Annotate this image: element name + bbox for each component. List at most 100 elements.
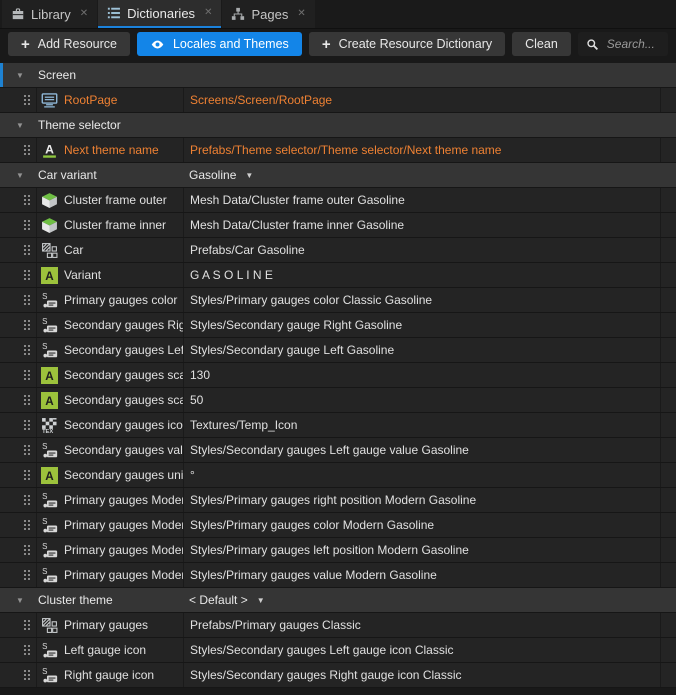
drag-handle[interactable] (0, 138, 37, 162)
clean-button[interactable]: Clean (512, 32, 571, 56)
resource-row[interactable]: SPrimary gauges colorStyles/Primary gaug… (0, 288, 676, 313)
search-icon (586, 38, 599, 51)
add-resource-button[interactable]: + Add Resource (8, 32, 130, 56)
svg-text:S: S (42, 317, 47, 326)
add-resource-label: Add Resource (38, 37, 117, 51)
drag-handle[interactable] (0, 313, 37, 337)
resource-value: Styles/Secondary gauge Right Gasoline (183, 313, 660, 337)
resource-row[interactable]: Primary gaugesPrefabs/Primary gauges Cla… (0, 613, 676, 638)
tab-dictionaries[interactable]: Dictionaries ✕ (98, 0, 221, 28)
row-end-spacer (660, 263, 676, 287)
tab-label: Library (31, 7, 71, 22)
search-input[interactable] (605, 36, 660, 52)
resource-row[interactable]: SRight gauge iconStyles/Secondary gauges… (0, 663, 676, 688)
tab-pages[interactable]: Pages ✕ (222, 0, 314, 28)
dropdown-value: Gasoline (189, 168, 236, 182)
style-icon: S (41, 492, 58, 509)
resource-row[interactable]: ASecondary gauges scale130 (0, 363, 676, 388)
theme-dropdown[interactable]: < Default >▼ (189, 593, 265, 607)
row-end-spacer (660, 613, 676, 637)
resource-row[interactable]: AVariantG A S O L I N E (0, 263, 676, 288)
drag-handle[interactable] (0, 538, 37, 562)
tab-library[interactable]: Library ✕ (2, 0, 97, 28)
drag-handle[interactable] (0, 488, 37, 512)
drag-handle[interactable] (0, 213, 37, 237)
resource-row[interactable]: Cluster frame outerMesh Data/Cluster fra… (0, 188, 676, 213)
mesh-icon (41, 192, 58, 209)
locales-and-themes-button[interactable]: Locales and Themes (137, 32, 302, 56)
style-icon: S (41, 317, 58, 334)
resource-value: Styles/Secondary gauge Left Gasoline (183, 338, 660, 362)
expander-icon[interactable]: ▼ (0, 121, 38, 130)
resource-row[interactable]: CarPrefabs/Car Gasoline (0, 238, 676, 263)
resource-row[interactable]: SPrimary gauges ModernStyles/Primary gau… (0, 488, 676, 513)
expander-icon[interactable]: ▼ (0, 596, 38, 605)
resource-row[interactable]: RootPageScreens/Screen/RootPage (0, 88, 676, 113)
section-header-screen[interactable]: ▼Screen (0, 63, 676, 88)
resource-name: Car (64, 243, 183, 257)
section-header-cluster-theme[interactable]: ▼Cluster theme< Default >▼ (0, 588, 676, 613)
row-end-spacer (660, 138, 676, 162)
close-icon[interactable]: ✕ (80, 9, 88, 19)
section-header-car-variant[interactable]: ▼Car variantGasoline▼ (0, 163, 676, 188)
text-icon: A (41, 267, 58, 284)
resource-value: Textures/Temp_Icon (183, 413, 660, 437)
drag-handle[interactable] (0, 263, 37, 287)
resource-row[interactable]: ANext theme namePrefabs/Theme selector/T… (0, 138, 676, 163)
text-icon: A (41, 367, 58, 384)
textblock-icon: A (41, 142, 58, 159)
resource-value: Screens/Screen/RootPage (183, 88, 660, 112)
svg-text:A: A (45, 469, 54, 482)
resource-row[interactable]: SLeft gauge iconStyles/Secondary gauges … (0, 638, 676, 663)
drag-handle[interactable] (0, 413, 37, 437)
resource-value: 130 (183, 363, 660, 387)
resource-row[interactable]: Cluster frame innerMesh Data/Cluster fra… (0, 213, 676, 238)
theme-dropdown[interactable]: Gasoline▼ (189, 168, 253, 182)
drag-handle[interactable] (0, 613, 37, 637)
resource-row[interactable]: ASecondary gauges unit° (0, 463, 676, 488)
close-icon[interactable]: ✕ (204, 8, 212, 18)
resource-row[interactable]: SSecondary gauges valueStyles/Secondary … (0, 438, 676, 463)
expander-icon[interactable]: ▼ (0, 71, 38, 80)
drag-handle[interactable] (0, 238, 37, 262)
drag-handle[interactable] (0, 513, 37, 537)
resource-row[interactable]: TEXSecondary gauges iconTextures/Temp_Ic… (0, 413, 676, 438)
create-resource-dictionary-button[interactable]: + Create Resource Dictionary (309, 32, 505, 56)
drag-handle[interactable] (0, 338, 37, 362)
section-label: Cluster theme (38, 593, 189, 607)
drag-handle[interactable] (0, 188, 37, 212)
resource-name: Right gauge icon (64, 668, 183, 682)
section-header-theme-selector[interactable]: ▼Theme selector (0, 113, 676, 138)
text-icon: A (41, 467, 58, 484)
style-icon: S (41, 342, 58, 359)
expander-icon[interactable]: ▼ (0, 171, 38, 180)
drag-handle[interactable] (0, 88, 37, 112)
row-end-spacer (660, 513, 676, 537)
resource-table: ▼ScreenRootPageScreens/Screen/RootPage▼T… (0, 63, 676, 688)
drag-handle[interactable] (0, 288, 37, 312)
drag-handle[interactable] (0, 463, 37, 487)
drag-handle[interactable] (0, 363, 37, 387)
resource-row[interactable]: SPrimary gauges ModernStyles/Primary gau… (0, 563, 676, 588)
drag-handle[interactable] (0, 563, 37, 587)
drag-handle[interactable] (0, 388, 37, 412)
search-box (578, 32, 668, 56)
drag-handle[interactable] (0, 438, 37, 462)
svg-text:S: S (42, 517, 47, 526)
texture-icon: TEX (41, 417, 58, 434)
svg-text:A: A (45, 369, 54, 382)
eye-icon (150, 37, 165, 52)
resource-row[interactable]: SSecondary gauges RightStyles/Secondary … (0, 313, 676, 338)
resource-row[interactable]: SPrimary gauges ModernStyles/Primary gau… (0, 538, 676, 563)
drag-handle[interactable] (0, 638, 37, 662)
drag-handle[interactable] (0, 663, 37, 687)
resource-row[interactable]: SSecondary gauges LeftStyles/Secondary g… (0, 338, 676, 363)
resource-row[interactable]: SPrimary gauges ModernStyles/Primary gau… (0, 513, 676, 538)
text-icon: A (41, 392, 58, 409)
svg-text:A: A (45, 394, 54, 407)
resource-value: Styles/Primary gauges color Modern Gasol… (183, 513, 660, 537)
close-icon[interactable]: ✕ (297, 9, 305, 19)
style-icon: S (41, 442, 58, 459)
resource-value: Mesh Data/Cluster frame outer Gasoline (183, 188, 660, 212)
resource-row[interactable]: ASecondary gauges scale50 (0, 388, 676, 413)
